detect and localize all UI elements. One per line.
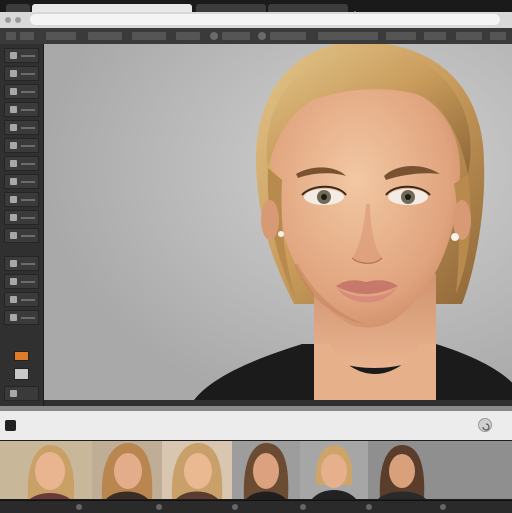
thumbnail-2[interactable] bbox=[92, 441, 162, 499]
gradient-icon bbox=[10, 196, 17, 203]
portrait-thumb-2 bbox=[92, 441, 162, 499]
filmstrip bbox=[0, 440, 512, 500]
toolbar-field-2[interactable] bbox=[88, 32, 122, 40]
tool-pen[interactable] bbox=[4, 228, 39, 243]
status-icon-1[interactable] bbox=[76, 504, 82, 510]
pen-icon bbox=[10, 232, 17, 239]
tool-options-icon[interactable] bbox=[20, 32, 34, 40]
toolbar-field-9[interactable] bbox=[424, 32, 446, 40]
toolbar-field-1[interactable] bbox=[46, 32, 76, 40]
thumbnail-4[interactable] bbox=[232, 441, 300, 499]
portrait-thumb-4 bbox=[232, 441, 300, 499]
crop-icon bbox=[10, 106, 17, 113]
eyedropper-icon bbox=[10, 124, 17, 131]
status-icon-6[interactable] bbox=[440, 504, 446, 510]
toggle-icon[interactable] bbox=[210, 32, 218, 40]
thumbnail-6[interactable] bbox=[368, 441, 512, 499]
status-icon-2[interactable] bbox=[156, 504, 162, 510]
toolbar-field-5[interactable] bbox=[222, 32, 250, 40]
tool-zoom[interactable] bbox=[4, 292, 39, 307]
thumbnail-3[interactable] bbox=[162, 441, 232, 499]
status-icon-3[interactable] bbox=[232, 504, 238, 510]
window-title-bar bbox=[0, 0, 512, 18]
eraser-icon bbox=[10, 178, 17, 185]
tool-hand[interactable] bbox=[4, 274, 39, 289]
toolbar-field-8[interactable] bbox=[386, 32, 416, 40]
portrait-thumb-6 bbox=[368, 441, 512, 499]
tool-marquee[interactable] bbox=[4, 66, 39, 81]
settings-icon[interactable] bbox=[258, 32, 266, 40]
toolbar-field-7[interactable] bbox=[318, 32, 378, 40]
library-icon[interactable] bbox=[5, 420, 16, 431]
type-icon bbox=[10, 260, 17, 267]
tool-quickmask[interactable] bbox=[4, 386, 39, 401]
background-color-swatch[interactable] bbox=[14, 368, 29, 380]
zoom-icon bbox=[10, 296, 17, 303]
tool-extra[interactable] bbox=[4, 310, 39, 325]
status-bar bbox=[0, 500, 512, 513]
hand-icon bbox=[10, 278, 17, 285]
back-icon[interactable] bbox=[5, 17, 11, 23]
refresh-icon bbox=[482, 423, 490, 431]
url-input[interactable] bbox=[30, 14, 500, 25]
tool-brush[interactable] bbox=[4, 138, 39, 153]
toolbar-field-11[interactable] bbox=[490, 32, 506, 40]
tool-lasso[interactable] bbox=[4, 84, 39, 99]
app-toolbar bbox=[0, 28, 512, 45]
dodge-icon bbox=[10, 214, 17, 221]
toolbar-field-10[interactable] bbox=[456, 32, 482, 40]
tool-move[interactable] bbox=[4, 48, 39, 63]
status-icon-4[interactable] bbox=[300, 504, 306, 510]
foreground-color-swatch[interactable] bbox=[14, 351, 29, 361]
toolbar-field-4[interactable] bbox=[176, 32, 200, 40]
more-tools-icon bbox=[10, 314, 17, 321]
tools-panel bbox=[0, 44, 44, 406]
tool-eraser[interactable] bbox=[4, 174, 39, 189]
toolbar-field-6[interactable] bbox=[270, 32, 306, 40]
filmstrip-header bbox=[0, 411, 512, 441]
portrait-thumb-1 bbox=[0, 441, 92, 499]
image-canvas[interactable] bbox=[44, 44, 512, 400]
thumbnail-5[interactable] bbox=[300, 441, 368, 499]
move-icon bbox=[10, 52, 17, 59]
clone-stamp-icon bbox=[10, 160, 17, 167]
filmstrip-menu-button[interactable] bbox=[478, 418, 492, 432]
tool-gradient[interactable] bbox=[4, 192, 39, 207]
tool-crop[interactable] bbox=[4, 102, 39, 117]
brush-icon bbox=[10, 142, 17, 149]
tool-type[interactable] bbox=[4, 256, 39, 271]
tab-strip bbox=[0, 3, 512, 18]
tool-dodge[interactable] bbox=[4, 210, 39, 225]
lasso-icon bbox=[10, 88, 17, 95]
home-icon[interactable] bbox=[6, 32, 16, 40]
portrait-thumb-3 bbox=[162, 441, 232, 499]
thumbnail-1[interactable] bbox=[0, 441, 92, 499]
forward-icon[interactable] bbox=[15, 17, 21, 23]
address-bar bbox=[0, 12, 512, 29]
portrait-thumb-5 bbox=[300, 441, 368, 499]
portrait-photo bbox=[44, 44, 512, 400]
quick-mask-icon bbox=[10, 390, 17, 397]
toolbar-field-3[interactable] bbox=[132, 32, 166, 40]
tool-clone[interactable] bbox=[4, 156, 39, 171]
tool-eyedropper[interactable] bbox=[4, 120, 39, 135]
status-icon-5[interactable] bbox=[366, 504, 372, 510]
marquee-icon bbox=[10, 70, 17, 77]
